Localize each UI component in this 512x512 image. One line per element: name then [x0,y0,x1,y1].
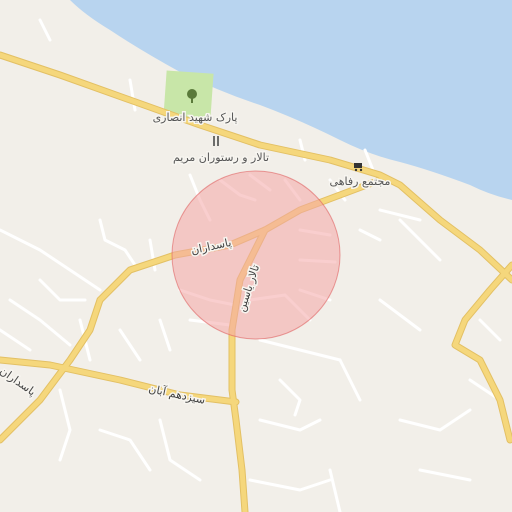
welfare-complex-label: مجتمع رفاهی [330,175,391,188]
park-label: پارک شهید انصاری [153,111,238,124]
restaurant-label: تالار و رستوران مریم [173,151,269,164]
map-canvas[interactable]: پارک شهید انصاری تالار و رستوران مریم مج… [0,0,512,512]
